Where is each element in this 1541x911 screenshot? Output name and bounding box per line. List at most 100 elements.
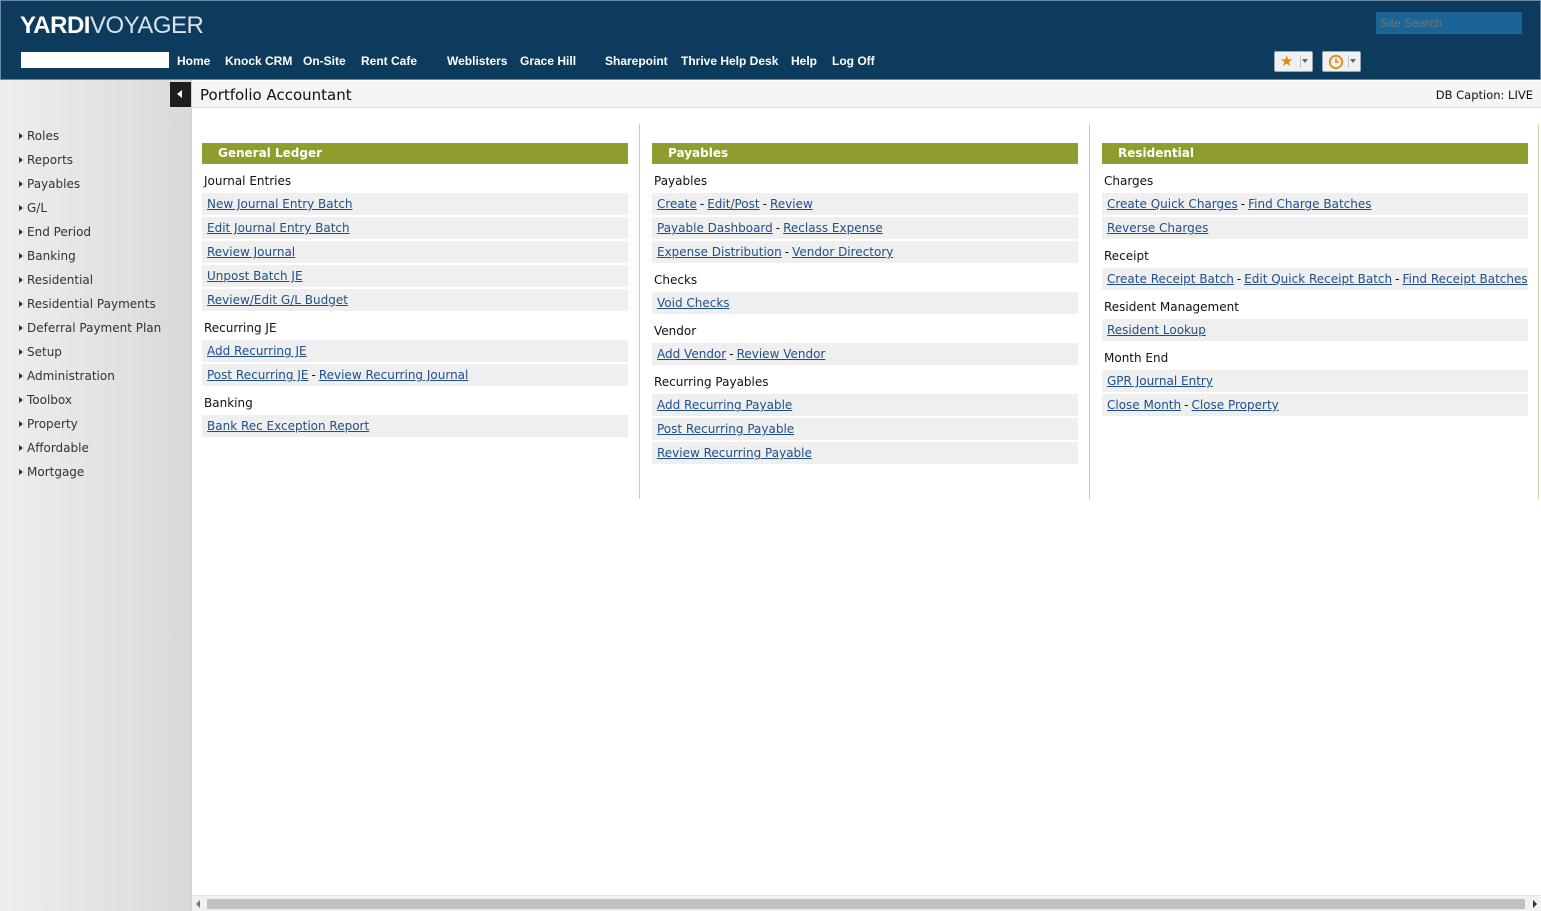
- sidebar-item-banking[interactable]: Banking: [19, 249, 76, 263]
- link-add-recurring-payable[interactable]: Add Recurring Payable: [657, 398, 792, 412]
- sidebar-item-label: G/L: [27, 201, 48, 215]
- separator: -: [699, 197, 705, 211]
- nav-sharepoint[interactable]: Sharepoint: [605, 54, 668, 68]
- collapse-sidebar-button[interactable]: [170, 82, 191, 107]
- history-button[interactable]: [1322, 51, 1361, 72]
- link-gpr-journal-entry[interactable]: GPR Journal Entry: [1107, 374, 1213, 388]
- link-add-vendor[interactable]: Add Vendor: [657, 347, 726, 361]
- sidebar-item-label: Setup: [27, 345, 62, 359]
- sidebar-item-label: Property: [27, 417, 78, 431]
- page-title: Portfolio Accountant: [200, 86, 352, 104]
- column-divider: [1089, 124, 1090, 499]
- section-header-residential: Residential: [1102, 143, 1528, 164]
- link-void-checks[interactable]: Void Checks: [657, 296, 730, 310]
- sidebar-item-label: Residential Payments: [27, 297, 156, 311]
- caret-right-icon: [19, 325, 23, 331]
- site-search-input[interactable]: [1376, 12, 1522, 34]
- sidebar-item-label: End Period: [27, 225, 92, 239]
- caret-right-icon: [19, 373, 23, 379]
- nav-grace-hill[interactable]: Grace Hill: [520, 54, 576, 68]
- link-create[interactable]: Create: [657, 197, 697, 211]
- link-close-month[interactable]: Close Month: [1107, 398, 1181, 412]
- nav-rent-cafe[interactable]: Rent Cafe: [361, 54, 417, 68]
- scroll-right-icon[interactable]: [1533, 900, 1537, 908]
- scrollbar-thumb[interactable]: [207, 899, 1525, 909]
- separator: -: [1395, 272, 1400, 286]
- favorites-button[interactable]: ★: [1274, 51, 1313, 72]
- sidebar-item-affordable[interactable]: Affordable: [19, 441, 89, 455]
- group-title-banking: Banking: [204, 396, 253, 410]
- column-divider: [1538, 124, 1539, 499]
- scroll-left-icon[interactable]: [196, 900, 200, 908]
- link-unpost-batch-je[interactable]: Unpost Batch JE: [207, 269, 303, 283]
- residential-panel: Residential Charges Create Quick Charges - F…: [1102, 124, 1528, 416]
- yardi-voyager-logo[interactable]: YARDIVOYAGER: [20, 12, 204, 40]
- link-find-charge-batches[interactable]: Find Charge Batches: [1248, 197, 1371, 211]
- nav-knock-crm[interactable]: Knock CRM: [225, 54, 292, 68]
- sidebar-item-payables[interactable]: Payables: [19, 177, 80, 191]
- sidebar-item-reports[interactable]: Reports: [19, 153, 73, 167]
- link-reclass-expense[interactable]: Reclass Expense: [783, 221, 883, 235]
- link-expense-distribution[interactable]: Expense Distribution: [657, 245, 782, 259]
- link-review[interactable]: Review: [770, 197, 813, 211]
- link-new-journal-entry-batch[interactable]: New Journal Entry Batch: [207, 197, 353, 211]
- nav-on-site[interactable]: On-Site: [303, 54, 346, 68]
- sidebar-item-g-l[interactable]: G/L: [19, 201, 47, 215]
- caret-right-icon: [19, 397, 23, 403]
- sidebar-item-end-period[interactable]: End Period: [19, 225, 91, 239]
- link-review-recurring-payable[interactable]: Review Recurring Payable: [657, 446, 812, 460]
- link-row: Add Recurring Payable: [652, 394, 1078, 416]
- link-row: Review Recurring Payable: [652, 442, 1078, 464]
- link-review-vendor[interactable]: Review Vendor: [737, 347, 826, 361]
- link-payable-dashboard[interactable]: Payable Dashboard: [657, 221, 773, 235]
- link-review-journal[interactable]: Review Journal: [207, 245, 295, 259]
- link-row: Reverse Charges: [1102, 217, 1528, 239]
- link-close-property[interactable]: Close Property: [1191, 398, 1278, 412]
- sidebar-item-residential[interactable]: Residential: [19, 273, 93, 287]
- link-review-edit-g-l-budget[interactable]: Review/Edit G/L Budget: [207, 293, 348, 307]
- payables-panel: Payables Payables Create - Edit/Post - Review P…: [652, 124, 1078, 464]
- nav-help[interactable]: Help: [791, 54, 817, 68]
- section-header-general-ledger: General Ledger: [202, 143, 628, 164]
- sidebar-item-setup[interactable]: Setup: [19, 345, 62, 359]
- group-title-charges: Charges: [1104, 174, 1154, 188]
- horizontal-scrollbar[interactable]: [192, 895, 1541, 911]
- link-bank-rec-exception-report[interactable]: Bank Rec Exception Report: [207, 419, 369, 433]
- sidebar-item-label: Payables: [27, 177, 81, 191]
- link-row: Create - Edit/Post - Review: [652, 193, 1078, 215]
- link-create-receipt-batch[interactable]: Create Receipt Batch: [1107, 272, 1234, 286]
- link-vendor-directory[interactable]: Vendor Directory: [792, 245, 893, 259]
- link-reverse-charges[interactable]: Reverse Charges: [1107, 221, 1208, 235]
- sidebar-item-residential-payments[interactable]: Residential Payments: [19, 297, 156, 311]
- separator: -: [1236, 272, 1242, 286]
- nav-thrive-help-desk[interactable]: Thrive Help Desk: [681, 54, 778, 68]
- nav-weblisters[interactable]: Weblisters: [447, 54, 507, 68]
- link-review-recurring-journal[interactable]: Review Recurring Journal: [319, 368, 469, 382]
- sidebar-item-roles[interactable]: Roles: [19, 129, 59, 143]
- link-row: GPR Journal Entry: [1102, 370, 1528, 392]
- link-post-recurring-payable[interactable]: Post Recurring Payable: [657, 422, 794, 436]
- sidebar-item-property[interactable]: Property: [19, 417, 78, 431]
- link-row: Create Quick Charges - Find Charge Batches: [1102, 193, 1528, 215]
- link-post-recurring-je[interactable]: Post Recurring JE: [207, 368, 308, 382]
- link-resident-lookup[interactable]: Resident Lookup: [1107, 323, 1206, 337]
- caret-right-icon: [19, 349, 23, 355]
- link-row: Post Recurring Payable: [652, 418, 1078, 440]
- db-caption: DB Caption: LIVE: [1435, 88, 1533, 102]
- nav-log-off[interactable]: Log Off: [832, 54, 875, 68]
- link-edit-journal-entry-batch[interactable]: Edit Journal Entry Batch: [207, 221, 350, 235]
- link-row: Add Vendor - Review Vendor: [652, 343, 1078, 365]
- sidebar-item-administration[interactable]: Administration: [19, 369, 115, 383]
- sidebar-item-toolbox[interactable]: Toolbox: [19, 393, 72, 407]
- nav-home[interactable]: Home: [177, 54, 210, 68]
- link-add-recurring-je[interactable]: Add Recurring JE: [207, 344, 307, 358]
- chevron-down-icon: [1350, 59, 1356, 63]
- sidebar: Roles Reports Payables G/L End Period Banking…: [0, 80, 192, 911]
- sidebar-item-mortgage[interactable]: Mortgage: [19, 465, 84, 479]
- link-row: Post Recurring JE - Review Recurring Journ…: [202, 364, 628, 386]
- link-edit-quick-receipt-batch[interactable]: Edit Quick Receipt Batch: [1244, 272, 1392, 286]
- sidebar-item-deferral-payment-plan[interactable]: Deferral Payment Plan: [19, 321, 161, 335]
- link-edit-post[interactable]: Edit/Post: [707, 197, 759, 211]
- link-create-quick-charges[interactable]: Create Quick Charges: [1107, 197, 1238, 211]
- link-find-receipt-batches[interactable]: Find Receipt Batches: [1402, 272, 1527, 286]
